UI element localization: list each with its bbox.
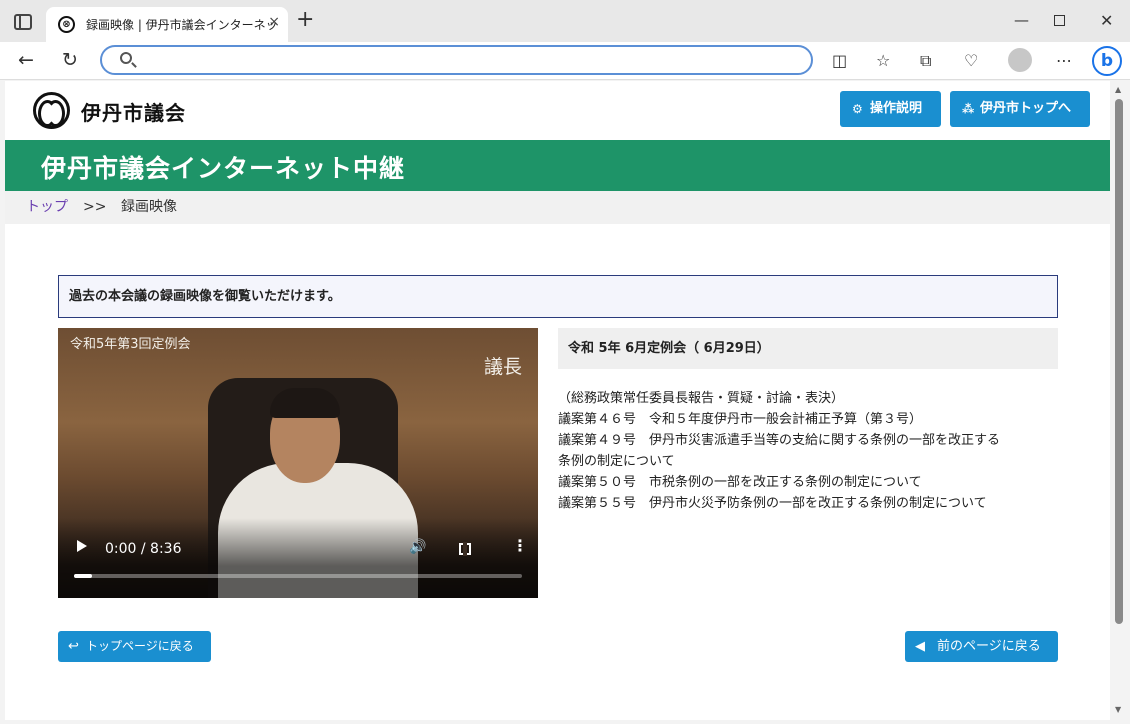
session-agenda: （総務政策常任委員長報告・質疑・討論・表決） 議案第４６号 令和５年度伊丹市一般会… [558,388,1058,514]
back-to-top-button[interactable]: ↩ トップページに戻る [58,631,211,662]
agenda-line: （総務政策常任委員長報告・質疑・討論・表決） [558,391,845,406]
collections-icon[interactable]: ⧉ [920,51,931,71]
breadcrumb-current: 録画映像 [121,199,177,215]
fullscreen-icon[interactable] [459,542,471,556]
new-tab-button[interactable]: + [296,9,314,31]
video-role-label: 議長 [484,356,523,378]
agenda-line: 条例の制定について [558,454,675,469]
scroll-up-icon[interactable]: ▲ [1115,85,1121,94]
itami-logo-icon[interactable] [33,92,70,129]
scrollbar-thumb[interactable] [1115,99,1123,624]
profile-avatar[interactable] [1008,48,1032,72]
sitemap-icon: ⁂ [962,102,975,116]
favorites-star-icon[interactable]: ☆ [876,51,890,70]
notice-box: 過去の本会議の録画映像を御覧いただけます。 [58,275,1058,318]
address-bar[interactable] [100,45,813,75]
reload-icon[interactable]: ↻ [62,49,78,71]
video-frame-speaker-hair [270,388,340,418]
gear-icon: ⚙ [852,102,863,116]
back-arrow-icon[interactable]: ← [18,49,34,71]
volume-icon[interactable]: 🔊 [409,539,426,555]
more-icon[interactable]: ⋯ [1056,51,1072,70]
site-favicon-icon: ⊗ [58,16,75,33]
return-arrow-icon: ↩ [68,639,79,654]
agenda-line: 議案第５５号 伊丹市火災予防条例の一部を改正する条例の制定について [558,496,987,511]
agenda-line: 議案第４６号 令和５年度伊丹市一般会計補正予算（第３号） [558,412,923,427]
agenda-line: 議案第４９号 伊丹市災害派遣手当等の支給に関する条例の一部を改正する [558,433,1001,448]
session-heading: 令和 5年 6月定例会（ 6月29日） [558,328,1058,369]
split-screen-icon[interactable]: ◫ [832,51,847,70]
search-icon [120,52,132,64]
banner-title: 伊丹市議会インターネット中継 [41,154,406,183]
caret-left-icon: ◀ [915,639,925,654]
previous-page-label: 前のページに戻る [937,639,1041,654]
page-viewport: 伊丹市議会 ⚙ 操作説明 ⁂ 伊丹市トップへ 伊丹市議会インターネット中継 トッ… [5,81,1110,720]
scroll-down-icon[interactable]: ▼ [1115,705,1121,714]
video-time: 0:00 / 8:36 [105,541,182,557]
agenda-line: 議案第５０号 市税条例の一部を改正する条例の制定について [558,475,922,490]
site-banner: 伊丹市議会インターネット中継 [5,140,1110,191]
minimize-button[interactable]: — [1014,11,1029,29]
video-controls-overlay [58,518,538,598]
browser-tab[interactable]: ⊗ 録画映像 | 伊丹市議会インターネット中継 × [46,7,288,42]
back-to-top-label: トップページに戻る [86,639,194,653]
video-caption: 令和5年第3回定例会 [70,337,191,352]
tab-actions-icon[interactable] [14,14,32,30]
play-icon[interactable] [77,540,87,552]
help-button-label: 操作説明 [870,101,923,116]
site-header: 伊丹市議会 ⚙ 操作説明 ⁂ 伊丹市トップへ [5,81,1110,139]
video-player[interactable]: 令和5年第3回定例会 議長 0:00 / 8:36 🔊 ⋮ [58,328,538,598]
breadcrumb: トップ >> 録画映像 [5,191,1110,224]
previous-page-button[interactable]: ◀ 前のページに戻る [905,631,1058,662]
browser-essentials-icon[interactable]: ♡ [964,51,978,70]
city-top-button-label: 伊丹市トップへ [980,101,1072,116]
breadcrumb-top-link[interactable]: トップ [26,191,68,224]
browser-tab-bar: ⊗ 録画映像 | 伊丹市議会インターネット中継 × + — ✕ [0,0,1130,42]
tab-close-icon[interactable]: × [268,14,280,30]
site-name[interactable]: 伊丹市議会 [81,97,186,126]
city-top-button[interactable]: ⁂ 伊丹市トップへ [950,91,1090,127]
help-button[interactable]: ⚙ 操作説明 [840,91,941,127]
breadcrumb-separator: >> [83,199,107,215]
video-menu-icon[interactable]: ⋮ [512,538,528,554]
browser-toolbar: ← ↻ ◫ ☆ ⧉ ♡ ⋯ b [0,42,1130,80]
close-window-button[interactable]: ✕ [1100,11,1113,30]
bing-copilot-icon[interactable]: b [1092,46,1122,76]
page-scrollbar[interactable]: ▲ ▼ [1110,81,1130,720]
video-progress-fill [74,574,92,578]
video-progress-track[interactable] [74,574,522,578]
maximize-button[interactable] [1054,15,1065,26]
tab-title: 録画映像 | 伊丹市議会インターネット中継 [86,18,276,32]
